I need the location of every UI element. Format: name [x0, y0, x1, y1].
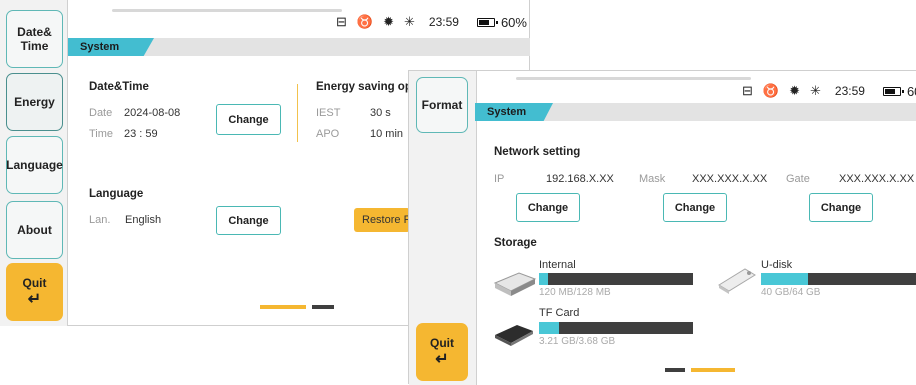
- pager-dot-2[interactable]: [312, 305, 334, 309]
- ip-label: IP: [494, 173, 505, 185]
- drive-internal-bar: [539, 273, 693, 285]
- mask-label: Mask: [639, 173, 666, 185]
- quit-button[interactable]: Quit ↵: [6, 263, 63, 321]
- time-label: Time: [89, 128, 114, 140]
- pager-dot-1[interactable]: [260, 305, 306, 309]
- battery-percent: 60%: [906, 83, 916, 99]
- hard-drive-icon: [493, 272, 537, 296]
- brightness-icon: ✹: [789, 83, 800, 98]
- mask-change-button[interactable]: Change: [663, 193, 727, 222]
- time-value: 23 : 59: [124, 128, 158, 140]
- drive-udisk-fill: [761, 273, 808, 285]
- gate-change-button[interactable]: Change: [809, 193, 873, 222]
- battery-level: [884, 88, 895, 94]
- sidebar-item-format[interactable]: Format: [416, 77, 468, 133]
- sidebar-item-about[interactable]: About: [6, 201, 63, 259]
- apo-value: 10 min: [370, 128, 404, 140]
- bluetooth-icon: ✳: [404, 14, 415, 29]
- microphone-icon: ♉: [356, 14, 374, 29]
- ip-value: 192.168.X.XX: [546, 173, 614, 185]
- language-heading: Language: [89, 188, 144, 200]
- drive-internal-usage: 120 MB/128 MB: [539, 287, 611, 298]
- energy-heading: Energy saving opti: [316, 81, 419, 93]
- drive-udisk-usage: 40 GB/64 GB: [761, 287, 821, 298]
- battery-icon: [476, 17, 498, 27]
- section-divider: [297, 84, 298, 142]
- battery-indicator: 60%: [882, 83, 916, 99]
- pager-dot-2[interactable]: [691, 368, 735, 372]
- status-bar: ⊟ ♉ ✹ ✳ 23:59 60%: [336, 14, 527, 30]
- drive-tfcard-fill: [539, 322, 560, 334]
- top-indicator-line: [516, 77, 751, 80]
- status-time: 23:59: [834, 84, 865, 98]
- apo-label: APO: [316, 128, 340, 140]
- return-arrow-icon: ↵: [27, 291, 42, 308]
- quit-label: Quit: [22, 276, 47, 290]
- network-heading: Network setting: [494, 146, 581, 158]
- drive-udisk-name: U-disk: [761, 259, 793, 271]
- battery-percent: 60%: [500, 14, 527, 30]
- usb-drive-icon: [718, 268, 756, 294]
- mask-value: XXX.XXX.X.XX: [692, 173, 768, 185]
- quit-button[interactable]: Quit ↵: [416, 323, 468, 381]
- sidebar-item-energy[interactable]: Energy: [6, 73, 63, 131]
- drive-tfcard-bar: [539, 322, 693, 334]
- battery-level: [478, 19, 489, 25]
- brightness-icon: ✹: [383, 14, 394, 29]
- ip-change-button[interactable]: Change: [516, 193, 580, 222]
- drive-tfcard-name: TF Card: [539, 307, 580, 319]
- battery-icon: [882, 86, 904, 96]
- top-indicator-line: [112, 9, 342, 12]
- gate-label: Gate: [786, 173, 810, 185]
- datetime-change-button[interactable]: Change: [216, 104, 281, 135]
- sd-card-icon: [495, 325, 533, 346]
- language-change-button[interactable]: Change: [216, 206, 281, 235]
- date-value: 2024-08-08: [124, 107, 181, 119]
- sidebar-item-date-time[interactable]: Date& Time: [6, 10, 63, 68]
- quit-label: Quit: [430, 336, 454, 350]
- language-value: English: [125, 214, 162, 226]
- sidebar: Format Quit ↵: [409, 71, 477, 385]
- settings-screen-storage: Format Quit ↵ ⊟ ♉ ✹ ✳ 23:59 60% System N…: [408, 70, 916, 385]
- sidebar: Date& Time Energy Language About Quit ↵: [0, 0, 68, 326]
- storage-heading: Storage: [494, 237, 537, 249]
- drive-internal-fill: [539, 273, 549, 285]
- language-label: Lan.: [89, 214, 111, 226]
- gate-value: XXX.XXX.X.XX: [839, 173, 915, 185]
- pager-dot-1[interactable]: [665, 368, 685, 372]
- tab-system[interactable]: System: [475, 103, 553, 121]
- datetime-heading: Date&Time: [89, 81, 149, 93]
- status-bar: ⊟ ♉ ✹ ✳ 23:59 60%: [742, 83, 916, 99]
- bluetooth-icon: ✳: [810, 83, 821, 98]
- battery-indicator: 60%: [476, 14, 527, 30]
- sidebar-item-language[interactable]: Language: [6, 136, 63, 194]
- lock-icon: ⊟: [742, 83, 753, 98]
- drive-udisk-bar: [761, 273, 916, 285]
- status-time: 23:59: [428, 15, 459, 29]
- microphone-icon: ♉: [762, 83, 780, 98]
- tab-system[interactable]: System: [68, 38, 154, 56]
- return-arrow-icon: ↵: [435, 351, 449, 368]
- lock-icon: ⊟: [336, 14, 347, 29]
- iest-label: IEST: [316, 107, 341, 119]
- date-label: Date: [89, 107, 113, 119]
- restore-factory-button[interactable]: Restore Fa: [354, 208, 410, 232]
- iest-value: 30 s: [370, 107, 391, 119]
- drive-tfcard-usage: 3.21 GB/3.68 GB: [539, 336, 616, 347]
- drive-internal-name: Internal: [539, 259, 576, 271]
